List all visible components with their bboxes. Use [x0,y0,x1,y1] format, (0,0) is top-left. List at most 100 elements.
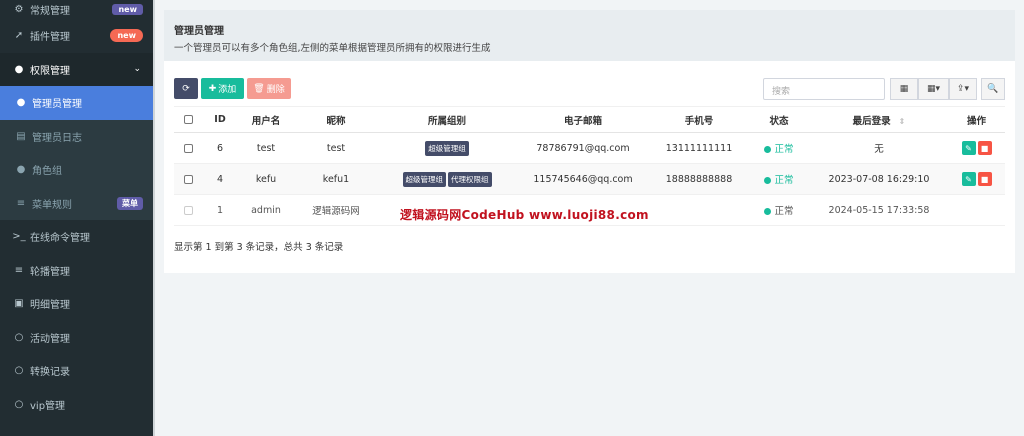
cell-groups: 超级管理组 代理权限组 [378,163,516,195]
refresh-button[interactable]: ⟳ [174,78,198,99]
row-checkbox[interactable] [183,143,193,153]
sort-icon[interactable]: ⇕ [899,117,906,126]
cell-status: 正常 [748,194,810,226]
pencil-icon: ✎ [965,174,972,184]
cell-username: kefu [238,163,294,195]
sidebar-item-conversion[interactable]: ○ 转换记录 [0,354,153,388]
cell-last-login: 无 [810,132,948,164]
cell-phone: 18888888888 [650,163,748,195]
columns-button[interactable]: ▦▾ [918,78,949,100]
sidebar-item-menu-rules[interactable]: ≡ 菜单规则 菜单 [0,187,153,221]
pencil-icon: ✎ [965,143,972,153]
sidebar-item-activity[interactable]: ○ 活动管理 [0,321,153,355]
sidebar-item-vip[interactable]: ○ vip管理 [0,388,153,422]
table-row: 6 test test 超级管理组 78786791@qq.com 131111… [174,132,1005,164]
sidebar-item-permissions[interactable]: ● 权限管理 ⌄ [0,52,153,86]
edit-button[interactable]: ✎ [961,141,976,155]
menu-badge: 菜单 [117,196,143,210]
plus-icon: ✚ [208,83,217,94]
sidebar-item-label: 明细管理 [30,300,70,312]
column-header[interactable]: 昵称 [294,106,378,133]
trash-icon: ■ [980,143,989,153]
add-button-label: 添加 [218,85,237,95]
status-text: 正常 [774,206,794,217]
cell-actions [948,194,1005,226]
bars-icon: ≡ [16,197,26,209]
list-alt-icon: ▤ [16,130,26,142]
watermark: 逻辑源码网CodeHub www.luoji88.com [400,208,649,222]
sidebar-item-label: 管理员管理 [32,99,82,111]
sidebar-item-carousel[interactable]: ≡ 轮播管理 [0,254,153,288]
sidebar-item-label: 权限管理 [30,65,70,77]
sidebar-item-role-group[interactable]: ● 角色组 [0,153,153,187]
cell-groups: 超级管理组 [378,132,516,164]
refresh-icon: ⟳ [182,83,190,94]
delete-row-button[interactable]: ■ [977,172,992,186]
edit-button[interactable]: ✎ [961,172,976,186]
group-tag: 超级管理组 [402,171,446,187]
status-dot-icon [764,177,772,184]
circle-icon: ○ [14,365,24,377]
status-text: 正常 [774,175,794,186]
sidebar-item-general[interactable]: ⚙ 常规管理 new [0,0,153,19]
toggle-view-button[interactable]: ▦ [890,78,918,100]
user-icon: ● [16,97,26,109]
terminal-icon: >_ [12,231,26,243]
sidebar-item-label: 活动管理 [30,333,70,345]
delete-button[interactable]: 🗑 删除 [247,78,291,99]
search-input[interactable]: 搜索 [763,78,885,100]
export-button[interactable]: ⇪▾ [949,78,977,100]
sidebar-item-label: 菜单规则 [32,199,72,211]
cogs-icon: ⚙ [14,4,24,15]
row-select[interactable] [174,163,202,195]
trash-icon: ■ [980,174,989,184]
select-all-checkbox[interactable] [183,115,193,124]
column-header[interactable]: 最后登录 ⇕ [810,106,948,133]
table-header-row: ID 用户名 昵称 所属组别 电子邮箱 手机号 状态 最后登录 ⇕ 操作 [174,106,1005,133]
row-checkbox[interactable] [183,174,193,184]
column-header-label: 最后登录 [852,115,891,127]
delete-button-label: 删除 [266,85,285,95]
group-tag: 超级管理组 [425,140,469,156]
advanced-search-button[interactable]: 🔍 [981,78,1005,100]
cell-username: test [238,132,294,164]
row-checkbox-disabled [183,205,193,215]
table-row: 4 kefu kefu1 超级管理组 代理权限组 115745646@qq.com… [174,163,1005,195]
sidebar-item-label: 常规管理 [30,6,70,17]
column-header[interactable]: 所属组别 [378,106,516,133]
sidebar-divider [153,0,155,436]
column-header[interactable]: 手机号 [650,106,748,133]
delete-row-button[interactable]: ■ [977,141,992,155]
calendar-icon: ▣ [14,298,24,310]
column-header[interactable]: 状态 [748,106,810,133]
sidebar-item-label: 在线命令管理 [30,233,90,245]
sidebar-item-details[interactable]: ▣ 明细管理 [0,287,153,321]
sidebar-item-label: 插件管理 [30,32,70,44]
cell-id: 1 [202,194,238,226]
sidebar-item-online-command[interactable]: >_ 在线命令管理 [0,220,153,254]
status-dot-icon [764,146,772,153]
sidebar-item-label: vip管理 [30,400,66,412]
pagination-info: 显示第 1 到第 3 条记录，总共 3 条记录 [174,242,344,253]
new-badge: new [112,4,143,15]
th-icon: ▦▾ [926,84,941,94]
cell-status: 正常 [748,132,810,164]
sidebar-item-admin[interactable]: ● 管理员管理 [0,86,153,120]
circle-icon: ○ [14,398,24,410]
column-header[interactable]: ID [202,106,238,133]
select-all-header[interactable] [174,106,202,133]
page-title: 管理员管理 [174,26,224,37]
cell-email: 115745646@qq.com [516,163,650,195]
column-header[interactable]: 电子邮箱 [516,106,650,133]
add-button[interactable]: ✚ 添加 [201,78,244,99]
sidebar-item-admin-log[interactable]: ▤ 管理员日志 [0,120,153,154]
column-header: 操作 [948,106,1005,133]
content-panel: 管理员管理 一个管理员可以有多个角色组,左侧的菜单根据管理员所拥有的权限进行生成… [164,10,1015,273]
sidebar-item-plugins[interactable]: ➚ 插件管理 new [0,19,153,53]
row-select[interactable] [174,132,202,164]
toolbar: ⟳ ✚ 添加 🗑 删除 搜索 ▦ ▦▾ ⇪▾ 🔍 [174,78,1005,100]
status-text: 正常 [774,144,794,155]
group-icon: ● [16,164,26,176]
column-header[interactable]: 用户名 [238,106,294,133]
cell-actions: ✎ ■ [948,132,1005,164]
